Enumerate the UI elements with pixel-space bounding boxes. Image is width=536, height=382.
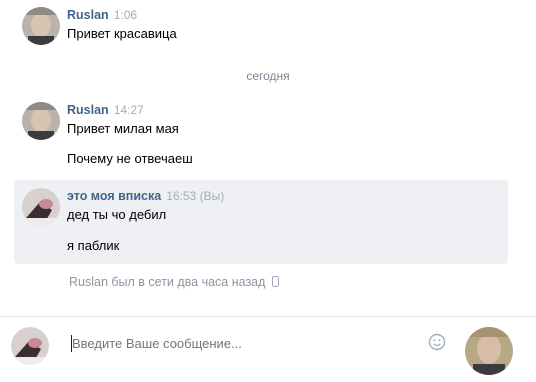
author-name[interactable]: Ruslan [67, 8, 109, 22]
message-header: Ruslan 14:27 [67, 103, 144, 117]
avatar-ruslan[interactable] [22, 7, 60, 45]
recipient-avatar[interactable] [465, 327, 513, 375]
message-text: Привет красавица [67, 26, 177, 41]
avatar-ruslan[interactable] [22, 102, 60, 140]
message-time[interactable]: 14:27 [114, 103, 144, 117]
text-caret [71, 335, 72, 352]
message-group-own: это моя вписка 16:53 (Вы) дед ты чо дебил… [14, 180, 508, 264]
smile-icon[interactable] [428, 333, 446, 351]
message-text: Привет милая мая [67, 121, 179, 136]
message-header: Ruslan 1:06 [67, 8, 137, 22]
composer-divider [0, 316, 536, 317]
message-group: Ruslan 14:27 Привет милая мая Почему не о… [14, 99, 508, 171]
author-name[interactable]: это моя вписка [67, 189, 161, 203]
message-group: Ruslan 1:06 Привет красавица [14, 4, 508, 48]
avatar-self[interactable] [22, 188, 60, 226]
message-text: дед ты чо дебил [67, 207, 167, 222]
author-name[interactable]: Ruslan [67, 103, 109, 117]
message-time[interactable]: 16:53 (Вы) [166, 189, 224, 203]
date-separator: сегодня [246, 69, 290, 83]
composer-avatar-self[interactable] [11, 327, 49, 365]
message-text: я паблик [67, 238, 120, 253]
message-header: это моя вписка 16:53 (Вы) [67, 189, 224, 203]
message-text: Почему не отвечаеш [67, 151, 193, 166]
status-text: Ruslan был в сети два часа назад [69, 275, 266, 289]
message-time[interactable]: 1:06 [114, 8, 137, 22]
message-input[interactable] [69, 330, 459, 358]
online-status: Ruslan был в сети два часа назад [69, 275, 280, 289]
phone-icon [272, 276, 280, 287]
